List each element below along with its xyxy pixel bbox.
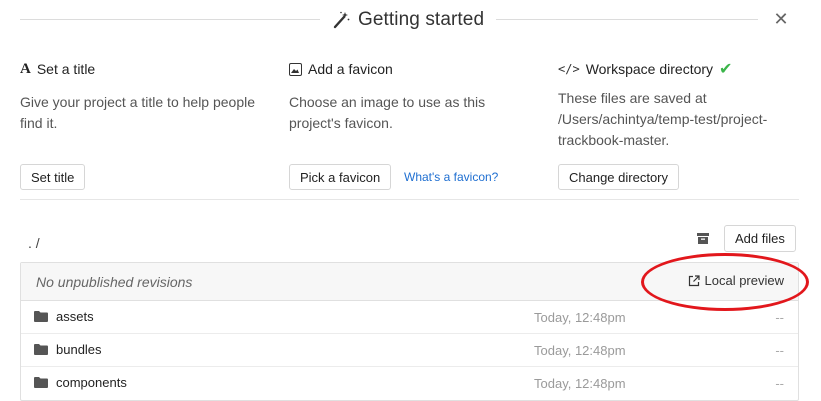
step-workspace-directory: </> Workspace directory ✔ These files ar… — [558, 60, 803, 151]
file-name-label: bundles — [56, 342, 102, 357]
step-heading-label: Add a favicon — [308, 61, 393, 77]
file-name[interactable]: components — [34, 375, 127, 390]
magic-wand-icon — [333, 11, 350, 29]
file-name[interactable]: assets — [34, 309, 94, 324]
step-description: Choose an image to use as this project's… — [289, 94, 486, 131]
image-icon — [289, 62, 302, 76]
title-icon: A — [20, 60, 31, 77]
step-heading-label: Workspace directory — [585, 61, 714, 77]
breadcrumb[interactable]: . / — [28, 235, 40, 251]
checkmark-icon: ✔ — [719, 61, 733, 78]
step-add-favicon: Add a favicon Choose an image to use as … — [289, 60, 509, 134]
page-title: Getting started — [358, 9, 485, 30]
header-rule-left — [20, 19, 320, 20]
modified-date: Today, 12:48pm — [534, 343, 626, 358]
table-row[interactable]: components Today, 12:48pm -- — [21, 367, 798, 400]
modal-header: Getting started ✕ — [0, 0, 821, 40]
table-row[interactable]: assets Today, 12:48pm -- — [21, 301, 798, 334]
file-size: -- — [775, 310, 784, 325]
local-preview-label: Local preview — [704, 273, 785, 288]
folder-icon — [34, 377, 48, 388]
step-heading: </> Workspace directory ✔ — [558, 60, 803, 78]
step-description: Give your project a title to help people… — [20, 94, 256, 131]
file-table-header: No unpublished revisions Local preview — [21, 263, 798, 301]
file-size: -- — [775, 376, 784, 391]
folder-icon — [34, 344, 48, 355]
title-group: Getting started — [332, 7, 484, 33]
set-title-button[interactable]: Set title — [20, 164, 86, 190]
file-table: No unpublished revisions Local preview a… — [20, 262, 799, 401]
pick-favicon-button[interactable]: Pick a favicon — [289, 164, 392, 190]
add-files-button[interactable]: Add files — [724, 225, 796, 252]
modified-date: Today, 12:48pm — [534, 310, 626, 325]
folder-icon — [34, 311, 48, 322]
step-description: These files are saved at /Users/achintya… — [558, 90, 768, 148]
change-directory-button[interactable]: Change directory — [558, 164, 679, 190]
file-size: -- — [775, 343, 784, 358]
file-name-label: assets — [56, 309, 94, 324]
external-link-icon — [688, 274, 700, 286]
step-heading: A Set a title — [20, 60, 270, 78]
file-name[interactable]: bundles — [34, 342, 102, 357]
header-rule-right — [496, 19, 758, 20]
step-heading-label: Set a title — [36, 61, 96, 77]
close-icon[interactable]: ✕ — [772, 10, 790, 28]
step-set-title: A Set a title Give your project a title … — [20, 60, 270, 134]
section-divider — [20, 199, 799, 200]
revision-status: No unpublished revisions — [36, 274, 193, 290]
archive-icon[interactable] — [697, 233, 709, 244]
step-heading: Add a favicon — [289, 60, 509, 78]
code-icon: </> — [558, 62, 580, 76]
file-name-label: components — [56, 375, 127, 390]
table-row[interactable]: bundles Today, 12:48pm -- — [21, 334, 798, 367]
whats-a-favicon-link[interactable]: What's a favicon? — [404, 170, 498, 184]
modified-date: Today, 12:48pm — [534, 376, 626, 391]
local-preview-button[interactable]: Local preview — [688, 273, 785, 288]
